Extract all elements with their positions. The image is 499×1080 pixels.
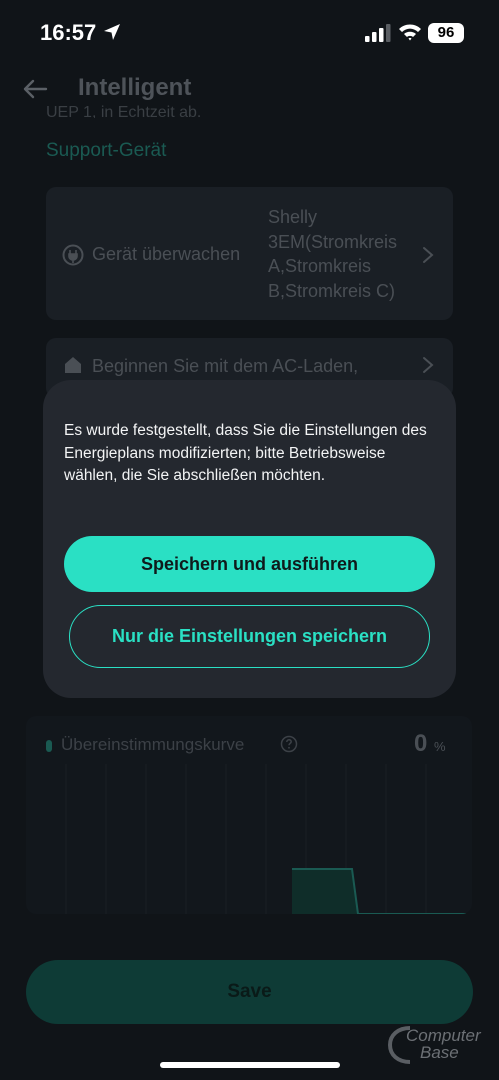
chevron-right-icon [423,247,434,263]
monitor-device-value: Shelly 3EM(Stromkreis A,Stromkreis B,Str… [268,205,418,303]
battery-indicator: 96 [428,23,464,43]
save-options-dialog: Es wurde festgestellt, dass Sie die Eins… [43,380,456,698]
wifi-icon [399,24,421,41]
chart-label: Übereinstimmungskurve [61,735,245,754]
home-indicator[interactable] [160,1062,340,1068]
ac-charging-label: Beginnen Sie mit dem AC-Laden, [92,356,359,376]
save-button[interactable]: Save [26,960,473,1024]
watermark-text: Base [420,1043,459,1062]
page-title: Intelligent [78,74,192,101]
status-bar: 16:57 96 [0,0,499,64]
monitor-value-line: Shelly [268,207,318,227]
match-curve-card: Übereinstimmungskurve 0 % [26,716,472,914]
save-settings-only-button[interactable]: Nur die Einstellungen speichern [69,605,430,668]
match-curve-chart [65,764,472,914]
match-percentage-value: 0 [414,730,428,757]
match-percentage-unit: % [434,739,446,754]
monitor-device-label: Gerät überwachen [92,244,241,264]
home-icon [65,357,81,373]
help-icon[interactable] [280,735,298,753]
status-time: 16:57 [40,20,97,45]
cellular-signal-icon [365,24,391,42]
monitor-value-line: 3EM(Stromkreis [268,231,398,252]
monitor-device-card[interactable]: Gerät überwachen Shelly 3EM(Stromkreis A… [46,187,453,320]
chevron-right-icon [423,357,434,373]
dialog-message: Es wurde festgestellt, dass Sie die Eins… [64,422,427,484]
save-and-execute-button[interactable]: Speichern und ausführen [64,536,435,592]
support-device-link[interactable]: Support-Gerät [46,140,166,162]
series-marker [46,740,52,752]
location-arrow-icon [104,24,120,40]
back-arrow-icon[interactable] [22,76,48,102]
monitor-value-line: A,Stromkreis [268,256,372,276]
monitor-value-line: B,Stromkreis C) [268,280,396,301]
plug-icon [62,244,84,266]
partial-description-text: UEP 1, in Echtzeit ab. [46,104,202,118]
